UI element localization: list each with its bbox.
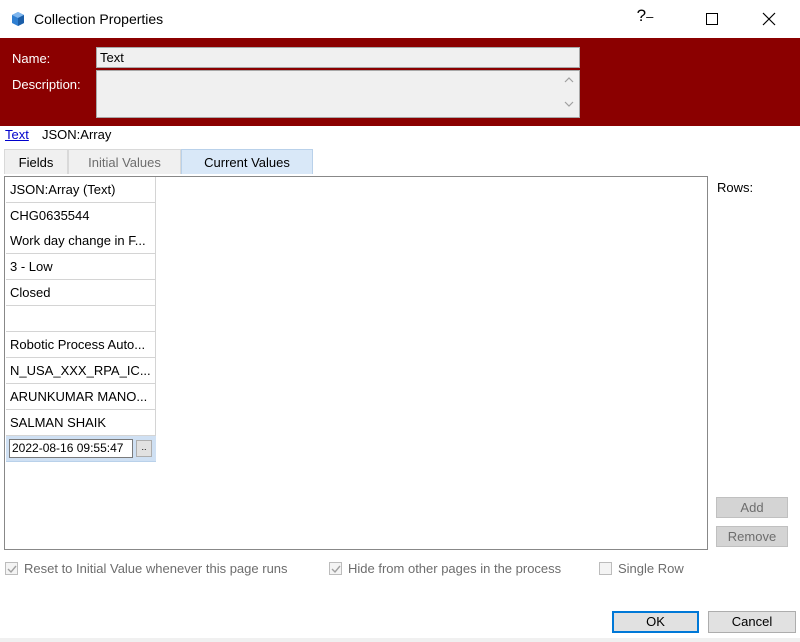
maximize-icon	[706, 13, 718, 25]
checkbox-label: Hide from other pages in the process	[348, 561, 562, 576]
description-input[interactable]	[96, 70, 580, 118]
checkbox-box[interactable]	[599, 562, 612, 575]
table-row[interactable]: Closed	[6, 280, 156, 306]
check-icon	[7, 565, 17, 574]
editing-row[interactable]: 2022-08-16 09:55:47 ..	[6, 436, 156, 462]
table-row[interactable]	[6, 306, 156, 332]
column-header[interactable]: JSON:Array (Text)	[6, 177, 156, 203]
tab-current-values[interactable]: Current Values	[181, 149, 313, 174]
table-row[interactable]: Robotic Process Auto...	[6, 332, 156, 358]
bottom-edge	[0, 638, 800, 642]
scroll-up-icon	[564, 77, 574, 83]
datetime-input[interactable]: 2022-08-16 09:55:47	[9, 439, 133, 458]
collection-header: Name: Text Description:	[0, 38, 800, 126]
checkbox-label: Reset to Initial Value whenever this pag…	[24, 561, 288, 576]
description-label: Description:	[12, 77, 81, 92]
check-icon	[331, 565, 341, 574]
datetime-picker-button[interactable]: ..	[136, 440, 152, 457]
scroll-down-icon	[564, 101, 574, 107]
help-button[interactable]: ?–	[630, 6, 660, 30]
name-label: Name:	[12, 51, 51, 66]
rows-label: Rows:	[717, 180, 754, 195]
tab-initial-values[interactable]: Initial Values	[68, 149, 181, 174]
table-row[interactable]: N_USA_XXX_RPA_IC...	[6, 358, 156, 384]
close-button[interactable]	[752, 6, 788, 32]
ok-button[interactable]: OK	[612, 611, 699, 633]
table-row[interactable]: Work day change in F...	[6, 228, 156, 254]
table-row[interactable]: CHG0635544	[6, 203, 156, 229]
title-bar: Collection Properties ?–	[0, 0, 800, 38]
checkbox-box[interactable]	[5, 562, 18, 575]
app-icon	[10, 11, 26, 27]
window-title: Collection Properties	[34, 11, 164, 27]
table-row[interactable]: 3 - Low	[6, 254, 156, 280]
remove-button[interactable]: Remove	[716, 526, 788, 547]
maximize-button[interactable]	[695, 6, 729, 32]
add-button[interactable]: Add	[716, 497, 788, 518]
tab-fields[interactable]: Fields	[4, 149, 68, 174]
name-input[interactable]: Text	[96, 47, 580, 68]
close-icon	[762, 12, 776, 26]
breadcrumb-link-text[interactable]: Text	[5, 127, 29, 142]
breadcrumb-current: JSON:Array	[42, 127, 112, 142]
table-row[interactable]: ARUNKUMAR MANO...	[6, 384, 156, 410]
values-grid[interactable]: JSON:Array (Text) CHG0635544 Work day ch…	[4, 176, 708, 550]
description-scrollbar[interactable]	[559, 71, 579, 117]
table-row[interactable]: SALMAN SHAIK	[6, 410, 156, 436]
cancel-button[interactable]: Cancel	[708, 611, 796, 633]
checkbox-box[interactable]	[329, 562, 342, 575]
checkbox-label: Single Row	[618, 561, 684, 576]
